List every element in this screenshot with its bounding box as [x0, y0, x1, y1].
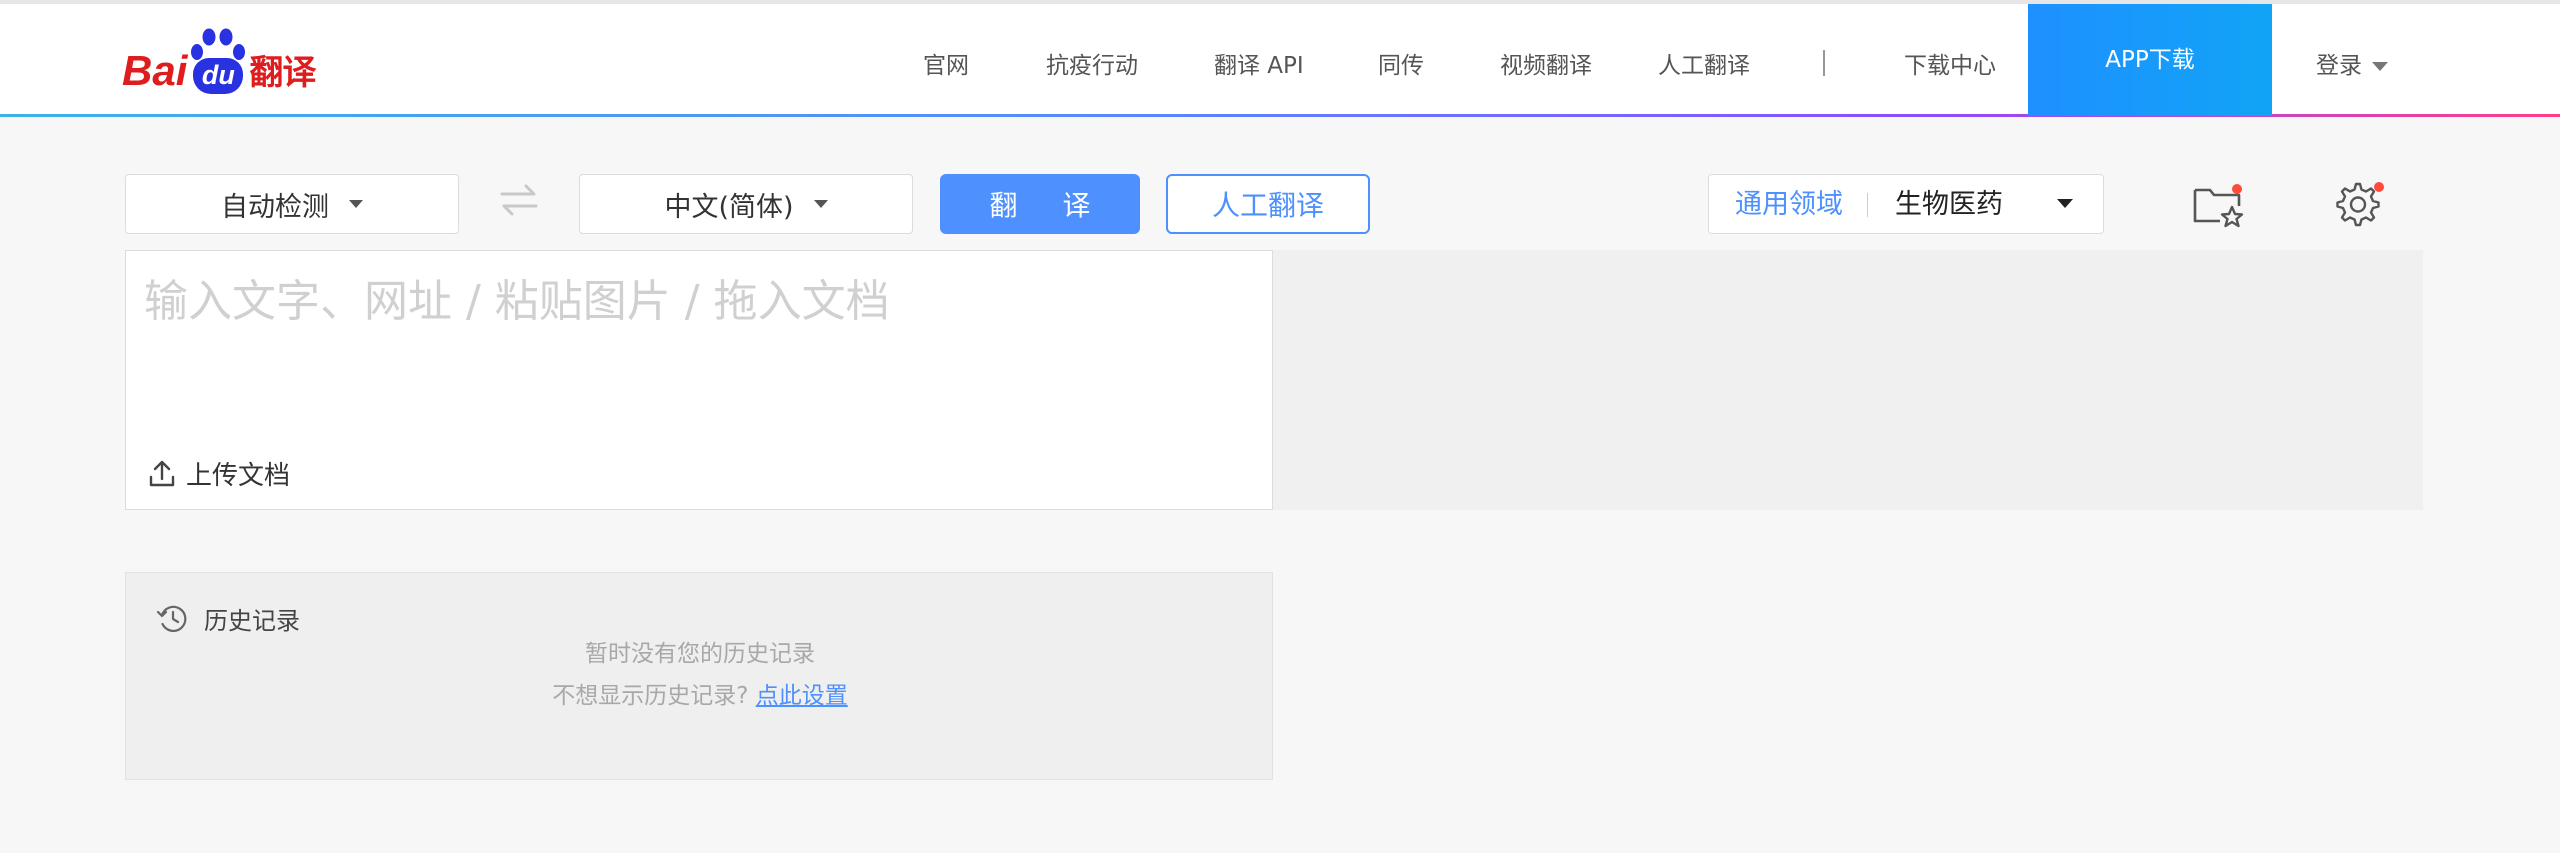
history-hint: 不想显示历史记录? 点此设置	[126, 681, 1274, 711]
domain-divider	[1867, 193, 1868, 217]
app-download-button[interactable]: APP下载	[2028, 4, 2272, 116]
target-language-select[interactable]: 中文(简体)	[579, 174, 913, 234]
human-translate-button[interactable]: 人工翻译	[1166, 174, 1370, 234]
history-clock-icon	[156, 605, 187, 632]
source-input-panel: 上传文档	[125, 250, 1273, 510]
logo-fanyi-text: 翻译	[249, 53, 316, 93]
swap-arrows-icon[interactable]	[498, 180, 540, 220]
source-language-label: 自动检测	[221, 191, 329, 223]
history-title-label: 历史记录	[204, 607, 300, 635]
source-language-select[interactable]: 自动检测	[125, 174, 459, 234]
translate-button[interactable]: 翻 译	[940, 174, 1140, 234]
logo-bai-text: Bai	[122, 47, 188, 94]
nav-translate-api[interactable]: 翻译 API	[1214, 52, 1304, 80]
caret-down-icon	[813, 200, 828, 208]
history-empty-message: 暂时没有您的历史记录	[585, 641, 815, 667]
upload-document-button[interactable]: 上传文档	[148, 455, 290, 491]
upload-icon	[149, 460, 175, 487]
paw-icon: du	[189, 28, 247, 96]
notification-dot	[2374, 182, 2384, 192]
target-language-label: 中文(简体)	[664, 191, 794, 223]
domain-select[interactable]: 通用领域 生物医药	[1708, 174, 2104, 234]
notification-dot	[2232, 184, 2242, 194]
history-panel: 历史记录 暂时没有您的历史记录 不想显示历史记录? 点此设置	[125, 572, 1273, 780]
logo-du-text: du	[193, 58, 244, 94]
history-title: 历史记录	[156, 601, 300, 636]
nav-divider	[1823, 50, 1825, 76]
history-settings-link[interactable]: 点此设置	[756, 683, 848, 709]
domain-general-option[interactable]: 通用领域	[1735, 189, 1843, 221]
domain-selected-value: 生物医药	[1895, 189, 2003, 220]
nav-simultaneous[interactable]: 同传	[1378, 52, 1424, 80]
nav-human-translate[interactable]: 人工翻译	[1658, 52, 1750, 80]
upload-document-label: 上传文档	[186, 460, 291, 491]
baidu-translate-logo[interactable]: Bai du 翻译	[122, 26, 322, 96]
nav-official-site[interactable]: 官网	[923, 52, 969, 80]
source-text-input[interactable]	[144, 265, 1244, 415]
caret-down-icon[interactable]	[2372, 62, 2388, 71]
nav-download-center[interactable]: 下载中心	[1904, 52, 1996, 80]
login-link[interactable]: 登录	[2316, 52, 2362, 80]
nav-video-translate[interactable]: 视频翻译	[1500, 52, 1592, 80]
translation-output-panel	[1273, 250, 2423, 510]
nav-anti-epidemic[interactable]: 抗疫行动	[1046, 52, 1138, 80]
caret-down-icon	[349, 200, 363, 208]
history-hint-text: 不想显示历史记录?	[552, 683, 749, 709]
caret-down-icon[interactable]	[2057, 199, 2073, 208]
